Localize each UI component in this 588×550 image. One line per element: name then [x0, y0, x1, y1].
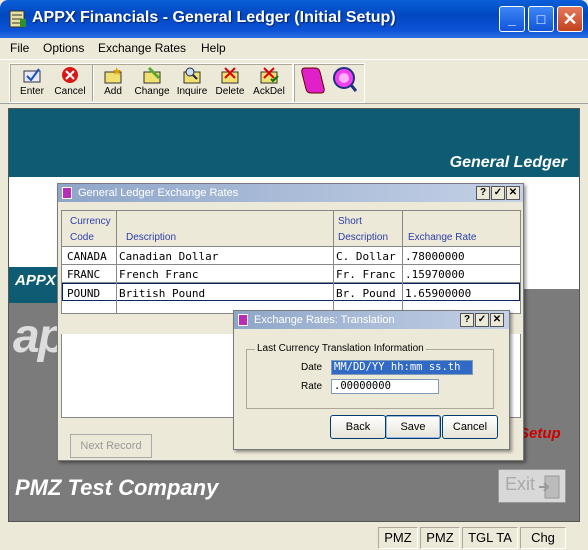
cell-rate: 1.65900000: [405, 287, 472, 300]
back-button[interactable]: Back: [330, 415, 386, 439]
rate-field[interactable]: .00000000: [331, 379, 439, 394]
change-icon: [141, 66, 163, 84]
status-cell: Chg: [520, 527, 566, 549]
close-button[interactable]: ✕: [557, 6, 583, 32]
enter-button[interactable]: Enter: [16, 63, 48, 103]
cancel-icon: [59, 66, 81, 84]
delete-button[interactable]: Delete: [212, 63, 248, 103]
group-label: Last Currency Translation Information: [255, 343, 426, 354]
column-divider: [333, 211, 334, 313]
inquire-icon: [181, 66, 203, 84]
ackdel-icon: [258, 66, 280, 84]
header-exchange-rate: Exchange Rate: [408, 232, 477, 243]
header-currency: Currency: [70, 216, 111, 227]
inquire-label: Inquire: [176, 86, 208, 97]
change-label: Change: [134, 86, 170, 97]
close-window-button[interactable]: ✕: [506, 186, 520, 200]
change-button[interactable]: Change: [134, 63, 170, 103]
enter-label: Enter: [20, 86, 44, 97]
cell-rate: .15970000: [405, 268, 465, 281]
magnifier-button[interactable]: [329, 63, 359, 103]
table-row[interactable]: CANADA Canadian Dollar C. Dollar .780000…: [62, 247, 520, 265]
dialog-cancel-button[interactable]: Cancel: [442, 415, 498, 439]
cell-short: Fr. Franc: [336, 268, 396, 281]
exchange-rates-grid: Currency Code Description Short Descript…: [61, 210, 521, 314]
date-label: Date: [301, 362, 323, 373]
exchange-rates-title: General Ledger Exchange Rates: [78, 187, 239, 199]
column-divider: [402, 211, 403, 313]
ackdel-label: AckDel: [253, 86, 285, 97]
cell-rate: .78000000: [405, 250, 465, 263]
dialog-app-icon: [238, 314, 248, 326]
status-cell: PMZ: [420, 527, 460, 549]
cell-code: FRANC: [67, 268, 101, 281]
help-button[interactable]: ?: [476, 186, 490, 200]
delete-label: Delete: [215, 86, 245, 97]
header-description: Description: [126, 232, 177, 243]
exit-door-icon: [539, 475, 561, 504]
setup-label: Setup: [519, 425, 561, 442]
cell-short: Br. Pound: [336, 287, 396, 300]
table-row[interactable]: FRANC French Franc Fr. Franc .15970000: [62, 265, 520, 283]
magnifier-icon: [331, 65, 358, 95]
grid-header: Currency Code Description Short Descript…: [62, 211, 520, 247]
scroll-button[interactable]: [297, 63, 327, 103]
window-app-icon: [62, 187, 72, 199]
cancel-label: Cancel: [54, 86, 86, 97]
add-label: Add: [104, 86, 122, 97]
translation-titlebar: Exchange Rates: Translation ? ✓ ✕: [234, 311, 509, 329]
status-cell: PMZ: [378, 527, 418, 549]
date-field[interactable]: MM/DD/YY hh:mm ss.th: [331, 360, 473, 375]
exit-button[interactable]: Exit: [498, 469, 566, 503]
cancel-button[interactable]: Cancel: [52, 63, 88, 103]
general-ledger-label: General Ledger: [449, 154, 567, 171]
rate-label: Rate: [301, 381, 323, 392]
minimize-button[interactable]: _: [499, 6, 525, 32]
appx-label: APPX: [15, 272, 56, 289]
dialog-close-button[interactable]: ✕: [490, 313, 504, 327]
menu-help[interactable]: Help: [201, 41, 226, 55]
translation-info-group: Last Currency Translation Information Da…: [246, 343, 494, 409]
header-code: Code: [70, 232, 94, 243]
cell-description: French Franc: [119, 268, 199, 281]
status-bar: PMZ PMZ TGL TA Chg: [0, 526, 588, 550]
menu-exchange-rates[interactable]: Exchange Rates: [98, 41, 186, 55]
cell-description: Canadian Dollar: [119, 250, 219, 263]
header-short-description: Description: [338, 232, 389, 243]
next-record-button[interactable]: Next Record: [70, 434, 152, 458]
exchange-rates-titlebar: General Ledger Exchange Rates ? ✓ ✕: [58, 184, 523, 202]
company-name: PMZ Test Company: [15, 475, 219, 500]
toolbar-separator: [92, 65, 94, 101]
maximize-button[interactable]: □: [528, 6, 554, 32]
table-row[interactable]: POUND British Pound Br. Pound 1.65900000: [62, 283, 520, 301]
save-button[interactable]: Save: [385, 415, 441, 439]
enter-icon: [21, 66, 43, 84]
appx-app-icon: [8, 9, 28, 29]
toolbar: Enter Cancel Add Change Inquire Delete A…: [0, 59, 588, 104]
menu-options[interactable]: Options: [43, 41, 84, 55]
exit-label: Exit: [505, 474, 536, 494]
window-title: APPX Financials - General Ledger (Initia…: [32, 9, 396, 26]
cell-description: British Pound: [119, 287, 206, 300]
add-icon: [102, 66, 124, 84]
ackdel-button[interactable]: AckDel: [250, 63, 288, 103]
dialog-help-button[interactable]: ?: [460, 313, 474, 327]
menu-bar: File Options Exchange Rates Help: [0, 38, 588, 58]
column-divider: [116, 211, 117, 313]
status-cell: TGL TA: [462, 527, 518, 549]
cell-code: POUND: [67, 287, 101, 300]
cell-code: CANADA: [67, 250, 107, 263]
header-short: Short: [338, 216, 362, 227]
ok-button[interactable]: ✓: [491, 186, 505, 200]
delete-icon: [219, 66, 241, 84]
dialog-ok-button[interactable]: ✓: [475, 313, 489, 327]
menu-file[interactable]: File: [10, 41, 29, 55]
scroll-icon: [299, 65, 325, 95]
translation-title: Exchange Rates: Translation: [254, 314, 395, 326]
cell-short: C. Dollar: [336, 250, 396, 263]
window-titlebar: APPX Financials - General Ledger (Initia…: [0, 0, 588, 38]
add-button[interactable]: Add: [99, 63, 127, 103]
inquire-button[interactable]: Inquire: [174, 63, 210, 103]
translation-dialog: Exchange Rates: Translation ? ✓ ✕ Last C…: [233, 310, 510, 450]
